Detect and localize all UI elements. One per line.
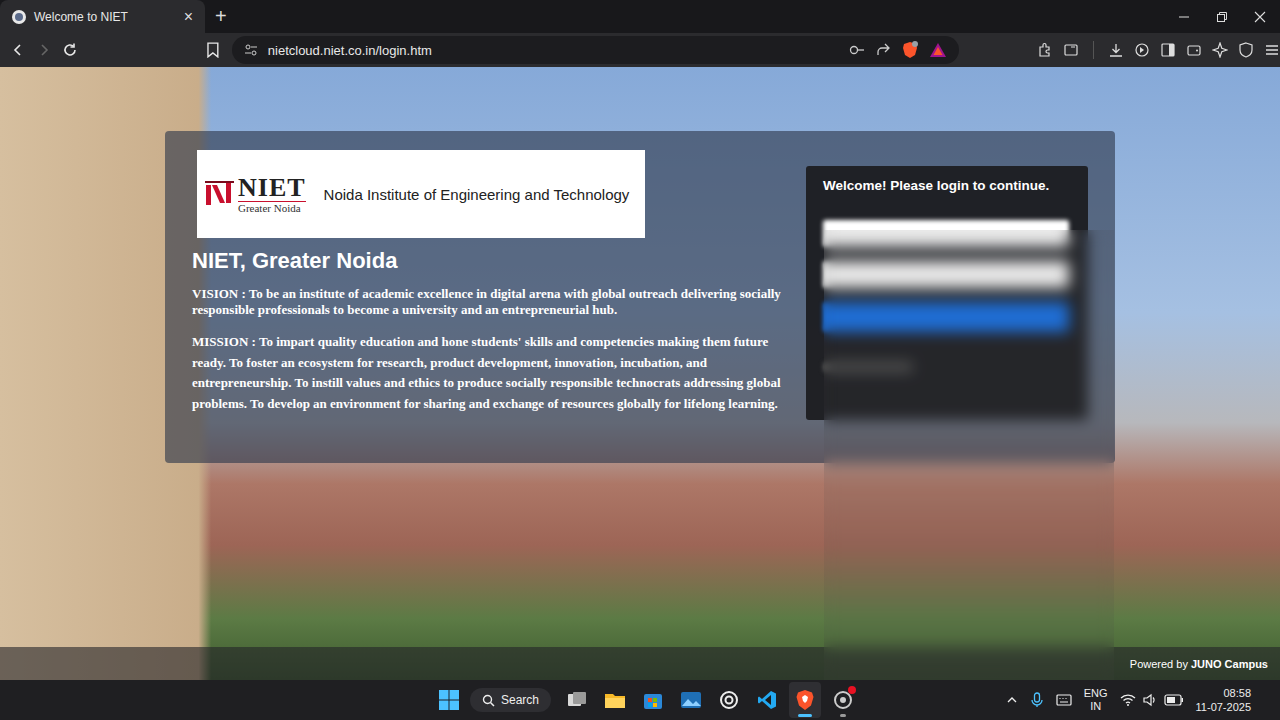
quick-settings[interactable]: [1120, 693, 1184, 707]
chatgpt-icon: [718, 689, 740, 711]
vpn-icon[interactable]: [1238, 42, 1254, 58]
tab-strip: Welcome to NIET × +: [0, 0, 1280, 33]
logo-sub: Greater Noida: [238, 201, 306, 214]
statement-label: VISION :: [192, 286, 246, 301]
browser-tab[interactable]: Welcome to NIET ×: [0, 0, 205, 33]
vscode-icon: [756, 689, 778, 711]
favicon-icon: [12, 10, 26, 24]
browser-toolbar: nietcloud.niet.co.in/login.htm: [0, 33, 1280, 67]
privacy-blur: [824, 230, 1114, 680]
address-bar[interactable]: nietcloud.niet.co.in/login.htm: [232, 36, 959, 64]
forward-icon[interactable]: [36, 42, 52, 58]
powered-by: Powered by JUNO Campus: [1130, 658, 1268, 670]
minimize-icon[interactable]: [1178, 11, 1190, 23]
statement-paragraph: VISION : To be an institute of academic …: [192, 286, 782, 318]
login-title: Welcome! Please login to continue.: [823, 178, 1071, 194]
volume-icon: [1142, 693, 1158, 707]
store-icon: [642, 689, 664, 711]
menu-icon[interactable]: [1264, 42, 1280, 58]
windows-start-icon[interactable]: [438, 689, 460, 711]
taskbar-app[interactable]: [751, 682, 783, 718]
taskbar-app[interactable]: [827, 682, 859, 718]
wifi-icon: [1120, 693, 1136, 707]
taskbar-app[interactable]: [713, 682, 745, 718]
back-icon[interactable]: [10, 42, 26, 58]
window-controls: [1178, 0, 1280, 33]
taskbar-app[interactable]: [789, 682, 821, 718]
language-line: IN: [1090, 700, 1101, 713]
screen: Welcome to NIET × + nietcloud.niet.co.in…: [0, 0, 1280, 720]
brave-shields-icon[interactable]: [901, 41, 919, 59]
close-window-icon[interactable]: [1254, 11, 1266, 23]
microphone-icon[interactable]: [1030, 692, 1044, 708]
speedreader-icon[interactable]: [1134, 42, 1150, 58]
bookmark-icon[interactable]: [206, 42, 220, 58]
tab-title: Welcome to NIET: [34, 10, 172, 24]
extensions-icon[interactable]: [1037, 42, 1053, 58]
file-explorer-icon: [604, 689, 626, 711]
brave-icon: [794, 689, 816, 711]
keyboard-icon[interactable]: [1056, 693, 1072, 707]
taskbar-app[interactable]: [675, 682, 707, 718]
background-photo: NIET Greater Noida Noida Institute of En…: [0, 67, 1280, 680]
taskbar-app[interactable]: [561, 682, 593, 718]
photos-icon: [680, 689, 702, 711]
battery-icon: [1164, 694, 1184, 706]
chevron-up-icon[interactable]: [1006, 694, 1018, 706]
rewards-icon[interactable]: [929, 42, 947, 58]
taskbar-app[interactable]: [637, 682, 669, 718]
notification-badge: [848, 686, 856, 694]
running-indicator: [840, 714, 846, 717]
sidebar-icon[interactable]: [1160, 42, 1176, 58]
download-icon[interactable]: [1108, 42, 1124, 58]
wallet-icon[interactable]: [1186, 42, 1202, 58]
site-info-icon[interactable]: [244, 43, 258, 57]
clock-time: 08:58: [1223, 686, 1251, 700]
tab-close-button[interactable]: ×: [180, 8, 197, 26]
task-view-icon: [566, 689, 588, 711]
institute-name: Noida Institute of Engineering and Techn…: [324, 186, 630, 203]
new-tab-button[interactable]: +: [205, 0, 237, 33]
taskbar-search[interactable]: Search: [470, 688, 551, 712]
language-indicator[interactable]: ENGIN: [1084, 687, 1108, 713]
search-label: Search: [501, 693, 539, 707]
reader-icon[interactable]: [1063, 42, 1079, 58]
reload-icon[interactable]: [62, 42, 78, 58]
taskbar: Search ENGIN 08:58 11-07-2025: [0, 680, 1280, 720]
share-icon[interactable]: [875, 42, 891, 58]
clock-date: 11-07-2025: [1196, 700, 1251, 714]
url-text[interactable]: nietcloud.niet.co.in/login.htm: [268, 43, 432, 58]
language-line: ENG: [1084, 687, 1108, 700]
search-icon: [482, 694, 495, 707]
leo-icon[interactable]: [1212, 42, 1228, 58]
emblem-icon: [205, 181, 235, 207]
niet-logo: NIET Greater Noida: [205, 175, 306, 214]
show-desktop[interactable]: [1263, 682, 1266, 718]
institute-info: NIET Greater Noida Noida Institute of En…: [192, 150, 782, 443]
statement-label: MISSION :: [192, 334, 256, 349]
running-indicator: [798, 714, 812, 717]
restore-icon[interactable]: [1216, 11, 1228, 23]
statement-paragraph: MISSION : To impart quality education an…: [192, 332, 782, 414]
key-icon[interactable]: [849, 43, 865, 57]
clock[interactable]: 08:58 11-07-2025: [1196, 686, 1251, 714]
campus-heading: NIET, Greater Noida: [192, 248, 782, 274]
logo-banner: NIET Greater Noida Noida Institute of En…: [197, 150, 645, 238]
logo-mark: NIET: [238, 175, 306, 201]
system-tray: ENGIN 08:58 11-07-2025: [1006, 682, 1280, 718]
taskbar-app[interactable]: [599, 682, 631, 718]
